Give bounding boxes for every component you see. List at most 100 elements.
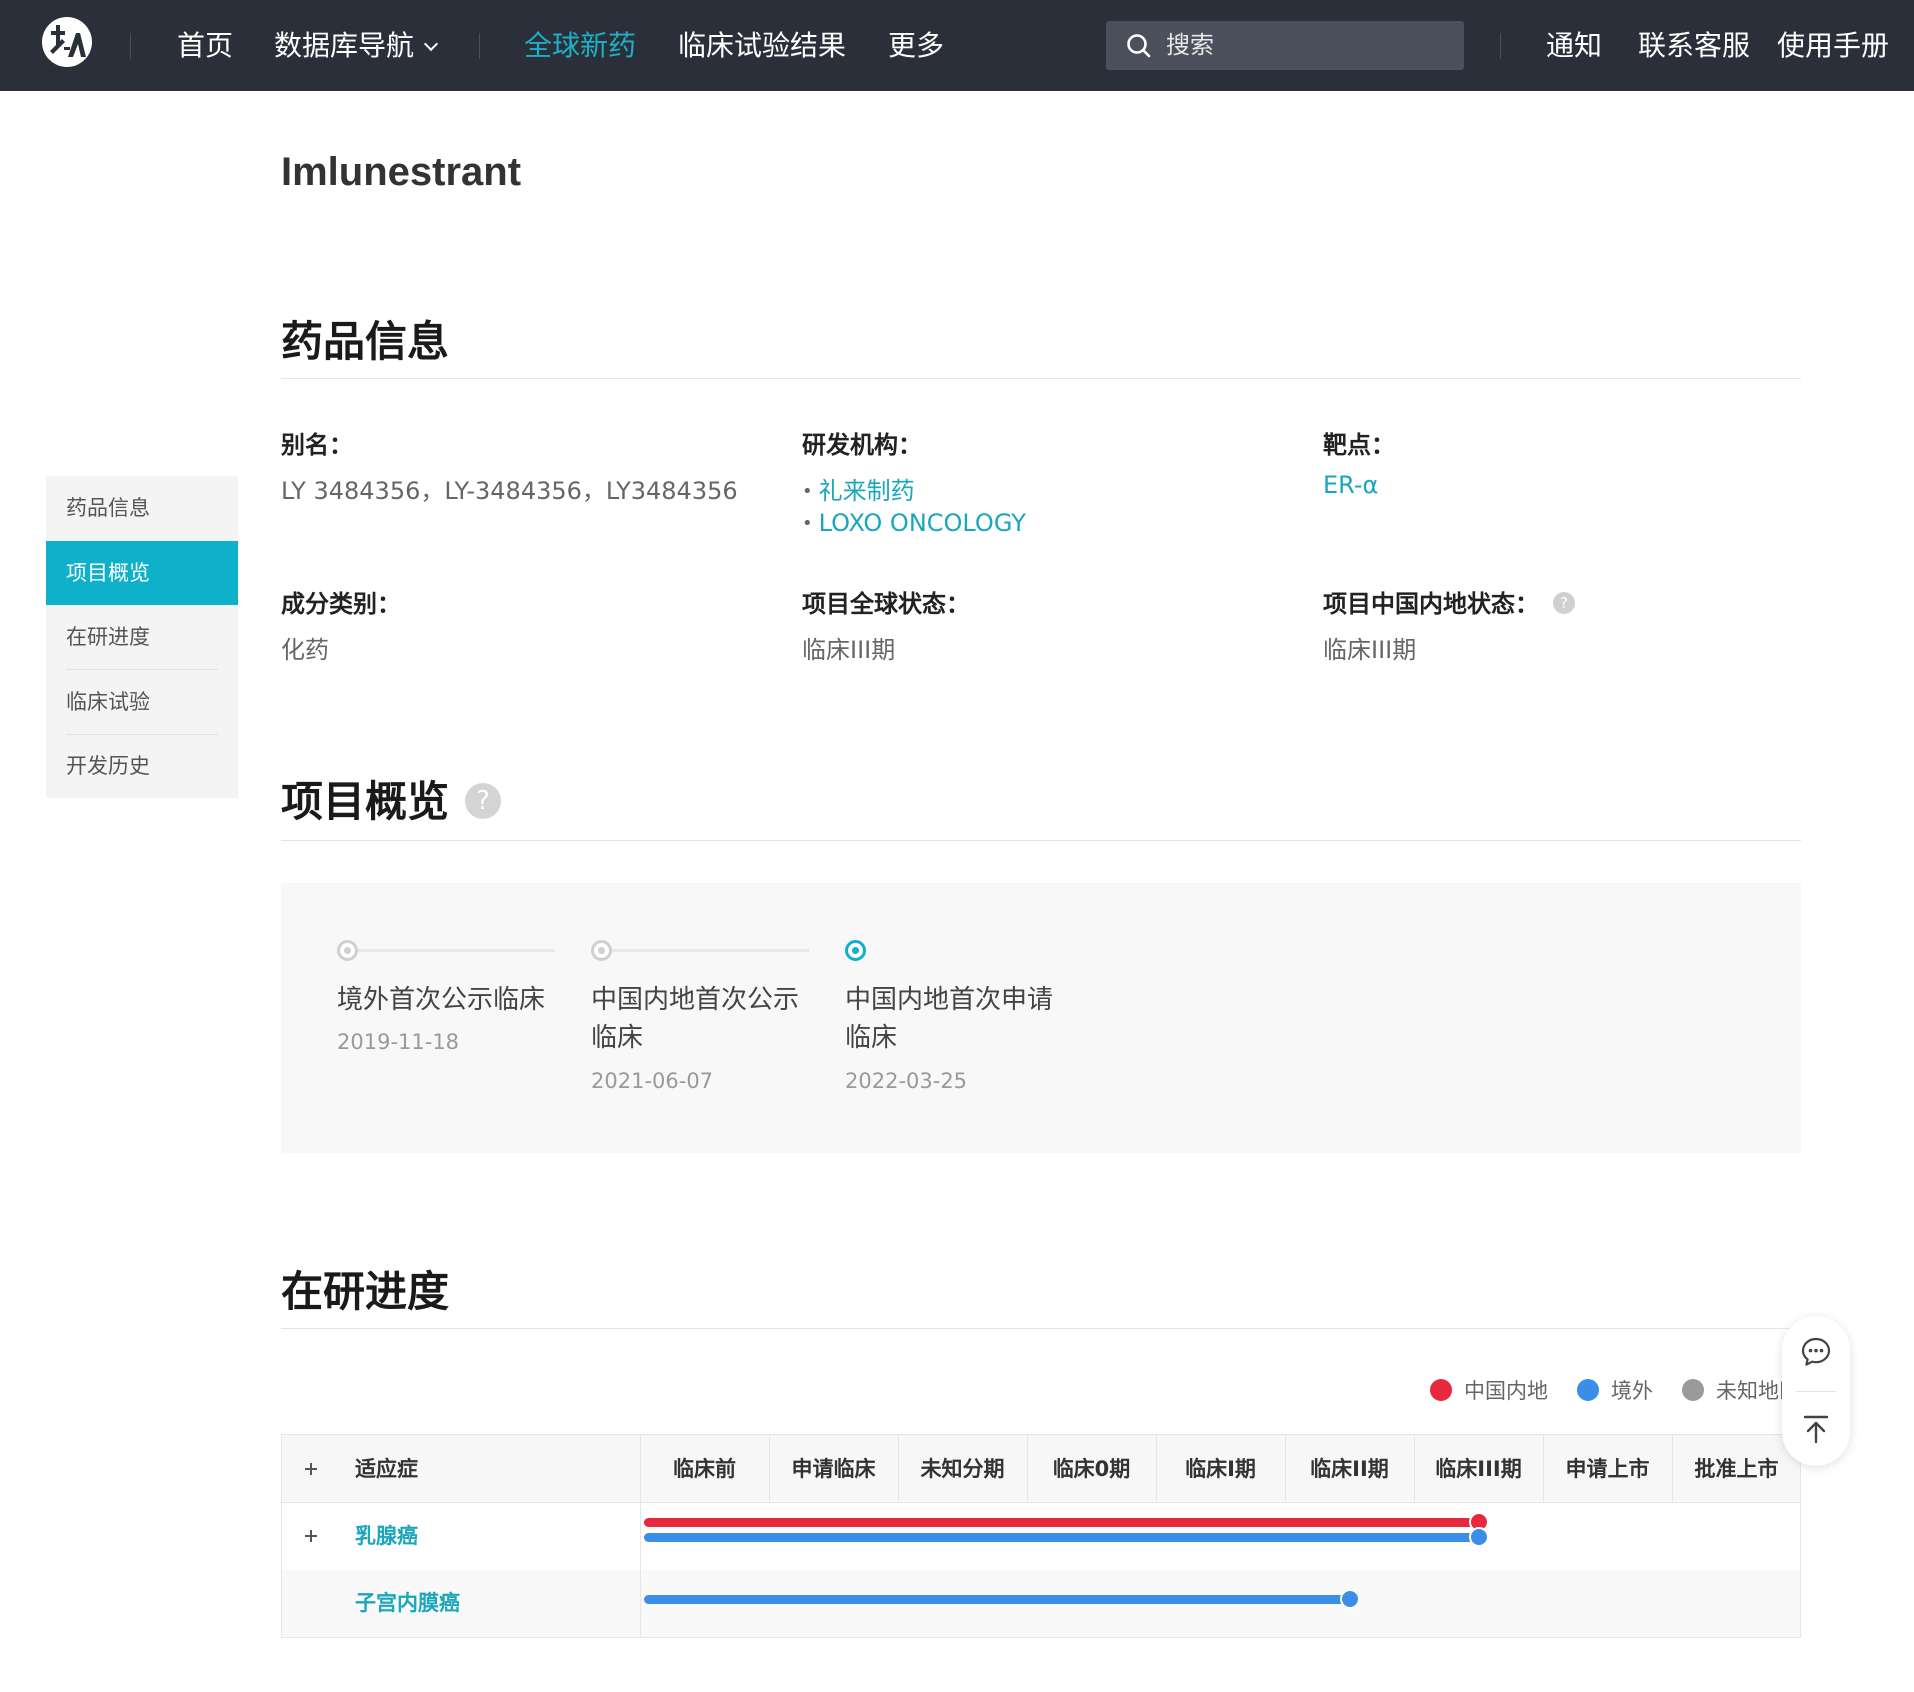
nav-home[interactable]: 首页 bbox=[177, 26, 233, 66]
nav-clinical-results[interactable]: 临床试验结果 bbox=[678, 26, 846, 66]
section-divider bbox=[281, 1328, 1801, 1329]
milestone-dot-current bbox=[845, 940, 866, 961]
globe-icon bbox=[1468, 1527, 1489, 1547]
milestone-date: 2021-06-07 bbox=[591, 1069, 714, 1093]
timeline-connector bbox=[601, 949, 809, 952]
search-input[interactable] bbox=[1166, 29, 1446, 61]
nav-divider bbox=[479, 33, 480, 59]
globe-icon bbox=[1339, 1589, 1360, 1609]
china-status-label-group: 项目中国内地状态：? bbox=[1323, 584, 1575, 619]
page-title: Imlunestrant bbox=[281, 150, 522, 194]
floating-toolbar bbox=[1782, 1316, 1850, 1466]
table-row: 子宫内膜癌 bbox=[282, 1570, 1800, 1637]
back-to-top-icon[interactable] bbox=[1802, 1414, 1830, 1444]
org-name: 礼来制药 bbox=[818, 477, 915, 505]
column-header-phase: 申请临床 bbox=[791, 1457, 876, 1481]
legend-label: 境外 bbox=[1611, 1379, 1653, 1403]
legend-china: 中国内地 bbox=[1430, 1375, 1548, 1405]
org-label: 研发机构： bbox=[802, 431, 922, 459]
bullet: • bbox=[802, 481, 813, 502]
alias-label: 别名： bbox=[281, 431, 353, 459]
progress-bar-china bbox=[644, 1518, 1479, 1527]
chat-icon[interactable] bbox=[1800, 1336, 1832, 1368]
column-header-phase: 临床0期 bbox=[1052, 1457, 1131, 1481]
column-divider bbox=[640, 1503, 641, 1637]
nav-notice[interactable]: 通知 bbox=[1546, 26, 1602, 66]
section-divider bbox=[281, 840, 1801, 841]
org-name: LOXO ONCOLOGY bbox=[818, 509, 1026, 537]
china-status-value: 临床III期 bbox=[1323, 636, 1417, 664]
table-header: 适应症 临床前 申请临床 未知分期 临床0期 临床I期 临床II期 临床III期… bbox=[282, 1435, 1800, 1503]
sidenav-item-history[interactable]: 开发历史 bbox=[46, 734, 238, 798]
nav-divider bbox=[130, 33, 131, 59]
target-label: 靶点： bbox=[1323, 431, 1395, 459]
milestone-dot bbox=[337, 940, 358, 961]
legend-overseas: 境外 bbox=[1577, 1375, 1653, 1405]
nav-global-new-drugs[interactable]: 全球新药 bbox=[524, 26, 636, 66]
globe-icon bbox=[1577, 1379, 1599, 1401]
site-logo[interactable] bbox=[42, 17, 92, 67]
milestone-name: 中国内地首次申请临床 bbox=[845, 985, 1054, 1053]
column-header-phase: 临床III期 bbox=[1435, 1457, 1522, 1481]
table-row: 乳腺癌 bbox=[282, 1503, 1800, 1570]
sidenav-item-drug-info[interactable]: 药品信息 bbox=[46, 476, 238, 540]
timeline-connector bbox=[347, 949, 555, 952]
nav-divider bbox=[1500, 33, 1501, 59]
logo-mark-icon bbox=[50, 25, 86, 57]
milestone-date: 2019-11-18 bbox=[337, 1030, 460, 1054]
search-box[interactable] bbox=[1106, 21, 1464, 70]
progress-bar-overseas bbox=[644, 1595, 1350, 1604]
global-status-label: 项目全球状态： bbox=[802, 590, 970, 618]
global-status-value: 临床III期 bbox=[802, 636, 896, 664]
nav-manual[interactable]: 使用手册 bbox=[1777, 26, 1889, 66]
help-icon[interactable]: ? bbox=[1553, 592, 1575, 614]
category-label: 成分类别： bbox=[281, 590, 401, 618]
column-header-phase: 临床前 bbox=[673, 1457, 736, 1481]
org-link-lilly[interactable]: • 礼来制药 bbox=[802, 471, 915, 506]
column-header-phase: 申请上市 bbox=[1565, 1457, 1650, 1481]
milestone-dot bbox=[591, 940, 612, 961]
nav-support[interactable]: 联系客服 bbox=[1638, 26, 1750, 66]
org-link-loxo[interactable]: • LOXO ONCOLOGY bbox=[802, 509, 1026, 537]
milestone-date: 2022-03-25 bbox=[845, 1069, 968, 1093]
overview-heading-group: 项目概览? bbox=[281, 768, 502, 829]
column-header-phase: 临床I期 bbox=[1185, 1457, 1256, 1481]
bullet: • bbox=[802, 513, 813, 534]
china-status-label: 项目中国内地状态： bbox=[1323, 590, 1539, 618]
milestone-name: 中国内地首次公示临床 bbox=[591, 985, 800, 1053]
help-icon[interactable]: ? bbox=[465, 782, 502, 819]
section-sidenav: 药品信息 项目概览 在研进度 临床试验 开发历史 bbox=[46, 476, 238, 798]
china-flag-icon bbox=[1430, 1379, 1452, 1401]
nav-database-label: 数据库导航 bbox=[274, 29, 415, 62]
column-header-indication: 适应症 bbox=[355, 1457, 418, 1481]
progress-table: 适应症 临床前 申请临床 未知分期 临床0期 临床I期 临床II期 临床III期… bbox=[281, 1434, 1801, 1638]
search-icon bbox=[1127, 34, 1151, 58]
expand-all-icon[interactable] bbox=[302, 1460, 320, 1478]
progress-bar-overseas bbox=[644, 1533, 1479, 1542]
toolbar-divider bbox=[1796, 1391, 1836, 1392]
chevron-down-icon bbox=[423, 36, 439, 52]
column-header-phase: 批准上市 bbox=[1694, 1457, 1779, 1481]
category-value: 化药 bbox=[281, 636, 329, 664]
legend-label: 中国内地 bbox=[1464, 1379, 1548, 1403]
top-navbar: 首页 数据库导航 全球新药 临床试验结果 更多 通知 联系客服 使用手册 bbox=[0, 0, 1914, 91]
column-header-phase: 临床II期 bbox=[1310, 1457, 1389, 1481]
milestone-timeline: 境外首次公示临床 2019-11-18 中国内地首次公示临床 2021-06-0… bbox=[281, 883, 1801, 1153]
nav-database-menu[interactable]: 数据库导航 bbox=[274, 26, 439, 66]
sidenav-item-trials[interactable]: 临床试验 bbox=[46, 670, 238, 734]
globe-gray-icon bbox=[1682, 1379, 1704, 1401]
expand-row-icon[interactable] bbox=[302, 1527, 320, 1545]
target-link[interactable]: ER-α bbox=[1323, 471, 1378, 499]
alias-value: LY 3484356，LY-3484356，LY3484356 bbox=[281, 477, 738, 505]
milestone-name: 境外首次公示临床 bbox=[337, 985, 546, 1015]
drug-info-heading: 药品信息 bbox=[281, 317, 450, 366]
progress-heading: 在研进度 bbox=[281, 1267, 450, 1316]
indication-link[interactable]: 乳腺癌 bbox=[355, 1503, 418, 1570]
sidenav-item-progress[interactable]: 在研进度 bbox=[46, 605, 238, 669]
indication-link[interactable]: 子宫内膜癌 bbox=[355, 1570, 460, 1637]
sidenav-item-overview[interactable]: 项目概览 bbox=[46, 541, 238, 605]
column-header-phase: 未知分期 bbox=[920, 1457, 1005, 1481]
nav-more[interactable]: 更多 bbox=[888, 26, 944, 66]
overview-heading: 项目概览 bbox=[281, 777, 450, 826]
section-divider bbox=[281, 378, 1801, 379]
